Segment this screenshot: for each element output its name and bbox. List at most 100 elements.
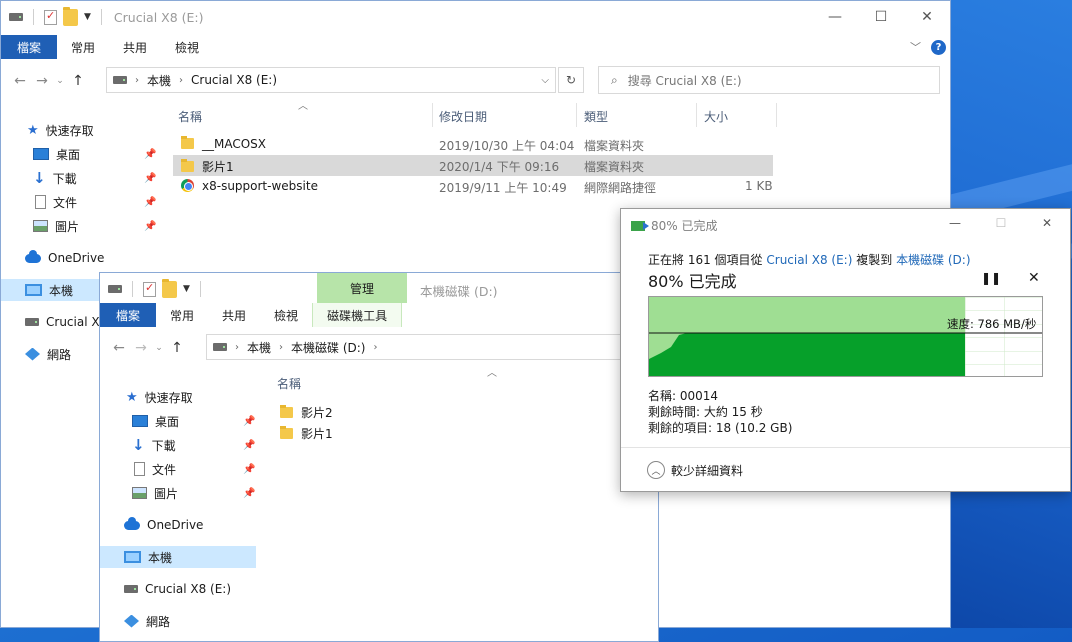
- sort-arrow-icon: ︿: [487, 368, 497, 379]
- pin-icon[interactable]: 📌: [144, 221, 156, 232]
- recent-locations-icon[interactable]: ⌄: [152, 343, 166, 353]
- onedrive-icon: [25, 249, 41, 263]
- pin-icon[interactable]: 📌: [243, 464, 255, 475]
- sidebar-item-network[interactable]: 網路: [25, 343, 71, 365]
- file-row[interactable]: x8-support-website 2019/9/11 上午 10:49 網際…: [173, 176, 773, 197]
- address-bar[interactable]: › 本機 › Crucial X8 (E:) ⌵: [106, 67, 556, 93]
- pin-icon[interactable]: 📌: [144, 197, 156, 208]
- sidebar-item-desktop[interactable]: 桌面: [132, 410, 179, 432]
- back-button[interactable]: ←: [108, 340, 130, 356]
- tab-view[interactable]: 檢視: [260, 303, 312, 327]
- sidebar-item-crucial-x8[interactable]: Crucial X8: [25, 311, 107, 333]
- tab-file[interactable]: 檔案: [1, 35, 58, 59]
- pause-button[interactable]: ❚❚: [981, 271, 1001, 285]
- chevron-down-icon[interactable]: ﹀: [910, 39, 921, 55]
- back-button[interactable]: ←: [9, 73, 31, 89]
- breadcrumb-item[interactable]: Crucial X8 (E:): [191, 73, 277, 87]
- tab-file[interactable]: 檔案: [100, 303, 157, 327]
- search-box[interactable]: ⌕ 搜尋 Crucial X8 (E:): [598, 66, 940, 94]
- tab-view[interactable]: 檢視: [161, 35, 213, 59]
- minimize-button[interactable]: —: [812, 1, 858, 33]
- sidebar-item-pictures[interactable]: 圖片: [132, 482, 178, 504]
- sidebar-item-documents[interactable]: 文件: [35, 191, 77, 213]
- column-header-name[interactable]: 名稱: [277, 375, 301, 392]
- file-row[interactable]: __MACOSX 2019/10/30 上午 04:04 檔案資料夾: [173, 134, 773, 155]
- address-dropdown-icon[interactable]: ⌵: [541, 75, 549, 86]
- tab-home[interactable]: 常用: [156, 303, 208, 327]
- file-name: 影片1: [202, 160, 234, 174]
- file-date: 2020/1/4 下午 09:16: [439, 160, 560, 174]
- pin-icon[interactable]: 📌: [144, 149, 156, 160]
- address-bar[interactable]: › 本機 › 本機磁碟 (D:) ›: [206, 334, 666, 360]
- desktop-icon: [132, 415, 148, 427]
- minimize-button[interactable]: —: [932, 209, 978, 237]
- quick-access-dropdown-icon[interactable]: ▼: [183, 284, 190, 294]
- sidebar-item-downloads[interactable]: ↓ 下載: [132, 434, 176, 456]
- column-header-name[interactable]: 名稱: [178, 108, 202, 125]
- properties-icon[interactable]: [143, 281, 156, 297]
- properties-icon[interactable]: [44, 9, 57, 25]
- sidebar-label: 本機: [148, 550, 173, 565]
- tab-home[interactable]: 常用: [57, 35, 109, 59]
- maximize-button[interactable]: ☐: [978, 209, 1024, 237]
- drive-icon: [25, 318, 39, 326]
- sidebar-label: 本機: [49, 283, 74, 298]
- sidebar-item-crucial-x8[interactable]: Crucial X8 (E:): [124, 578, 231, 600]
- breadcrumb-item[interactable]: 本機: [247, 339, 271, 356]
- source-link[interactable]: Crucial X8 (E:): [766, 253, 852, 267]
- help-icon[interactable]: ?: [931, 39, 946, 55]
- sidebar-item-desktop[interactable]: 桌面: [33, 143, 80, 165]
- copy-icon: [631, 220, 649, 231]
- fewer-details-button[interactable]: ︿ 較少詳細資料: [647, 461, 743, 479]
- quick-access-dropdown-icon[interactable]: ▼: [84, 12, 91, 22]
- file-row[interactable]: 影片2: [276, 401, 476, 422]
- sidebar-item-pictures[interactable]: 圖片: [33, 215, 79, 237]
- pin-icon[interactable]: 📌: [243, 440, 255, 451]
- pin-icon[interactable]: 📌: [144, 173, 156, 184]
- forward-button[interactable]: →: [31, 73, 53, 89]
- sidebar-item-this-pc[interactable]: 本機: [100, 546, 256, 568]
- tab-share[interactable]: 共用: [109, 35, 161, 59]
- star-icon: ★: [27, 122, 39, 138]
- up-button[interactable]: ↑: [166, 340, 188, 356]
- breadcrumb-item[interactable]: 本機: [147, 72, 171, 89]
- ribbon-tabs: 檔案 常用 共用 檢視 ﹀ ?: [1, 35, 950, 59]
- close-button[interactable]: ✕: [904, 1, 950, 33]
- sidebar-item-onedrive[interactable]: OneDrive: [25, 247, 104, 269]
- column-separator: [576, 103, 577, 127]
- sidebar-item-documents[interactable]: 文件: [134, 458, 176, 480]
- column-header-size[interactable]: 大小: [704, 108, 728, 125]
- sidebar-item-downloads[interactable]: ↓ 下載: [33, 167, 77, 189]
- speed-area: [649, 333, 965, 376]
- column-header-type[interactable]: 類型: [584, 108, 608, 125]
- tab-manage[interactable]: 管理: [317, 273, 407, 303]
- tab-share[interactable]: 共用: [208, 303, 260, 327]
- sidebar-item-quick-access[interactable]: ★ 快速存取: [27, 119, 94, 141]
- file-type: 檔案資料夾: [584, 139, 645, 153]
- new-folder-icon[interactable]: [63, 6, 78, 26]
- sidebar-item-quick-access[interactable]: ★ 快速存取: [126, 386, 193, 408]
- sidebar-item-network[interactable]: 網路: [124, 610, 170, 632]
- destination-link[interactable]: 本機磁碟 (D:): [896, 253, 970, 267]
- cancel-button[interactable]: ✕: [1028, 270, 1040, 286]
- close-button[interactable]: ✕: [1024, 209, 1070, 237]
- sidebar-label: Crucial X8 (E:): [145, 582, 232, 596]
- file-row[interactable]: 影片1: [276, 422, 476, 443]
- file-row[interactable]: 影片1 2020/1/4 下午 09:16 檔案資料夾: [173, 155, 773, 176]
- progress-label: 80% 已完成: [648, 272, 737, 291]
- column-header-date[interactable]: 修改日期: [439, 108, 487, 125]
- file-name: __MACOSX: [202, 137, 267, 151]
- sidebar-item-onedrive[interactable]: OneDrive: [124, 514, 203, 536]
- recent-locations-icon[interactable]: ⌄: [53, 76, 67, 86]
- tab-drive-tools[interactable]: 磁碟機工具: [312, 303, 403, 327]
- maximize-button[interactable]: ☐: [858, 1, 904, 33]
- new-folder-icon[interactable]: [162, 278, 177, 298]
- refresh-button[interactable]: ↻: [558, 67, 584, 93]
- sidebar-label: 網路: [47, 347, 72, 362]
- chevron-right-icon: ›: [235, 341, 239, 353]
- pin-icon[interactable]: 📌: [243, 488, 255, 499]
- breadcrumb-item[interactable]: 本機磁碟 (D:): [291, 339, 365, 356]
- up-button[interactable]: ↑: [67, 73, 89, 89]
- pin-icon[interactable]: 📌: [243, 416, 255, 427]
- forward-button[interactable]: →: [130, 340, 152, 356]
